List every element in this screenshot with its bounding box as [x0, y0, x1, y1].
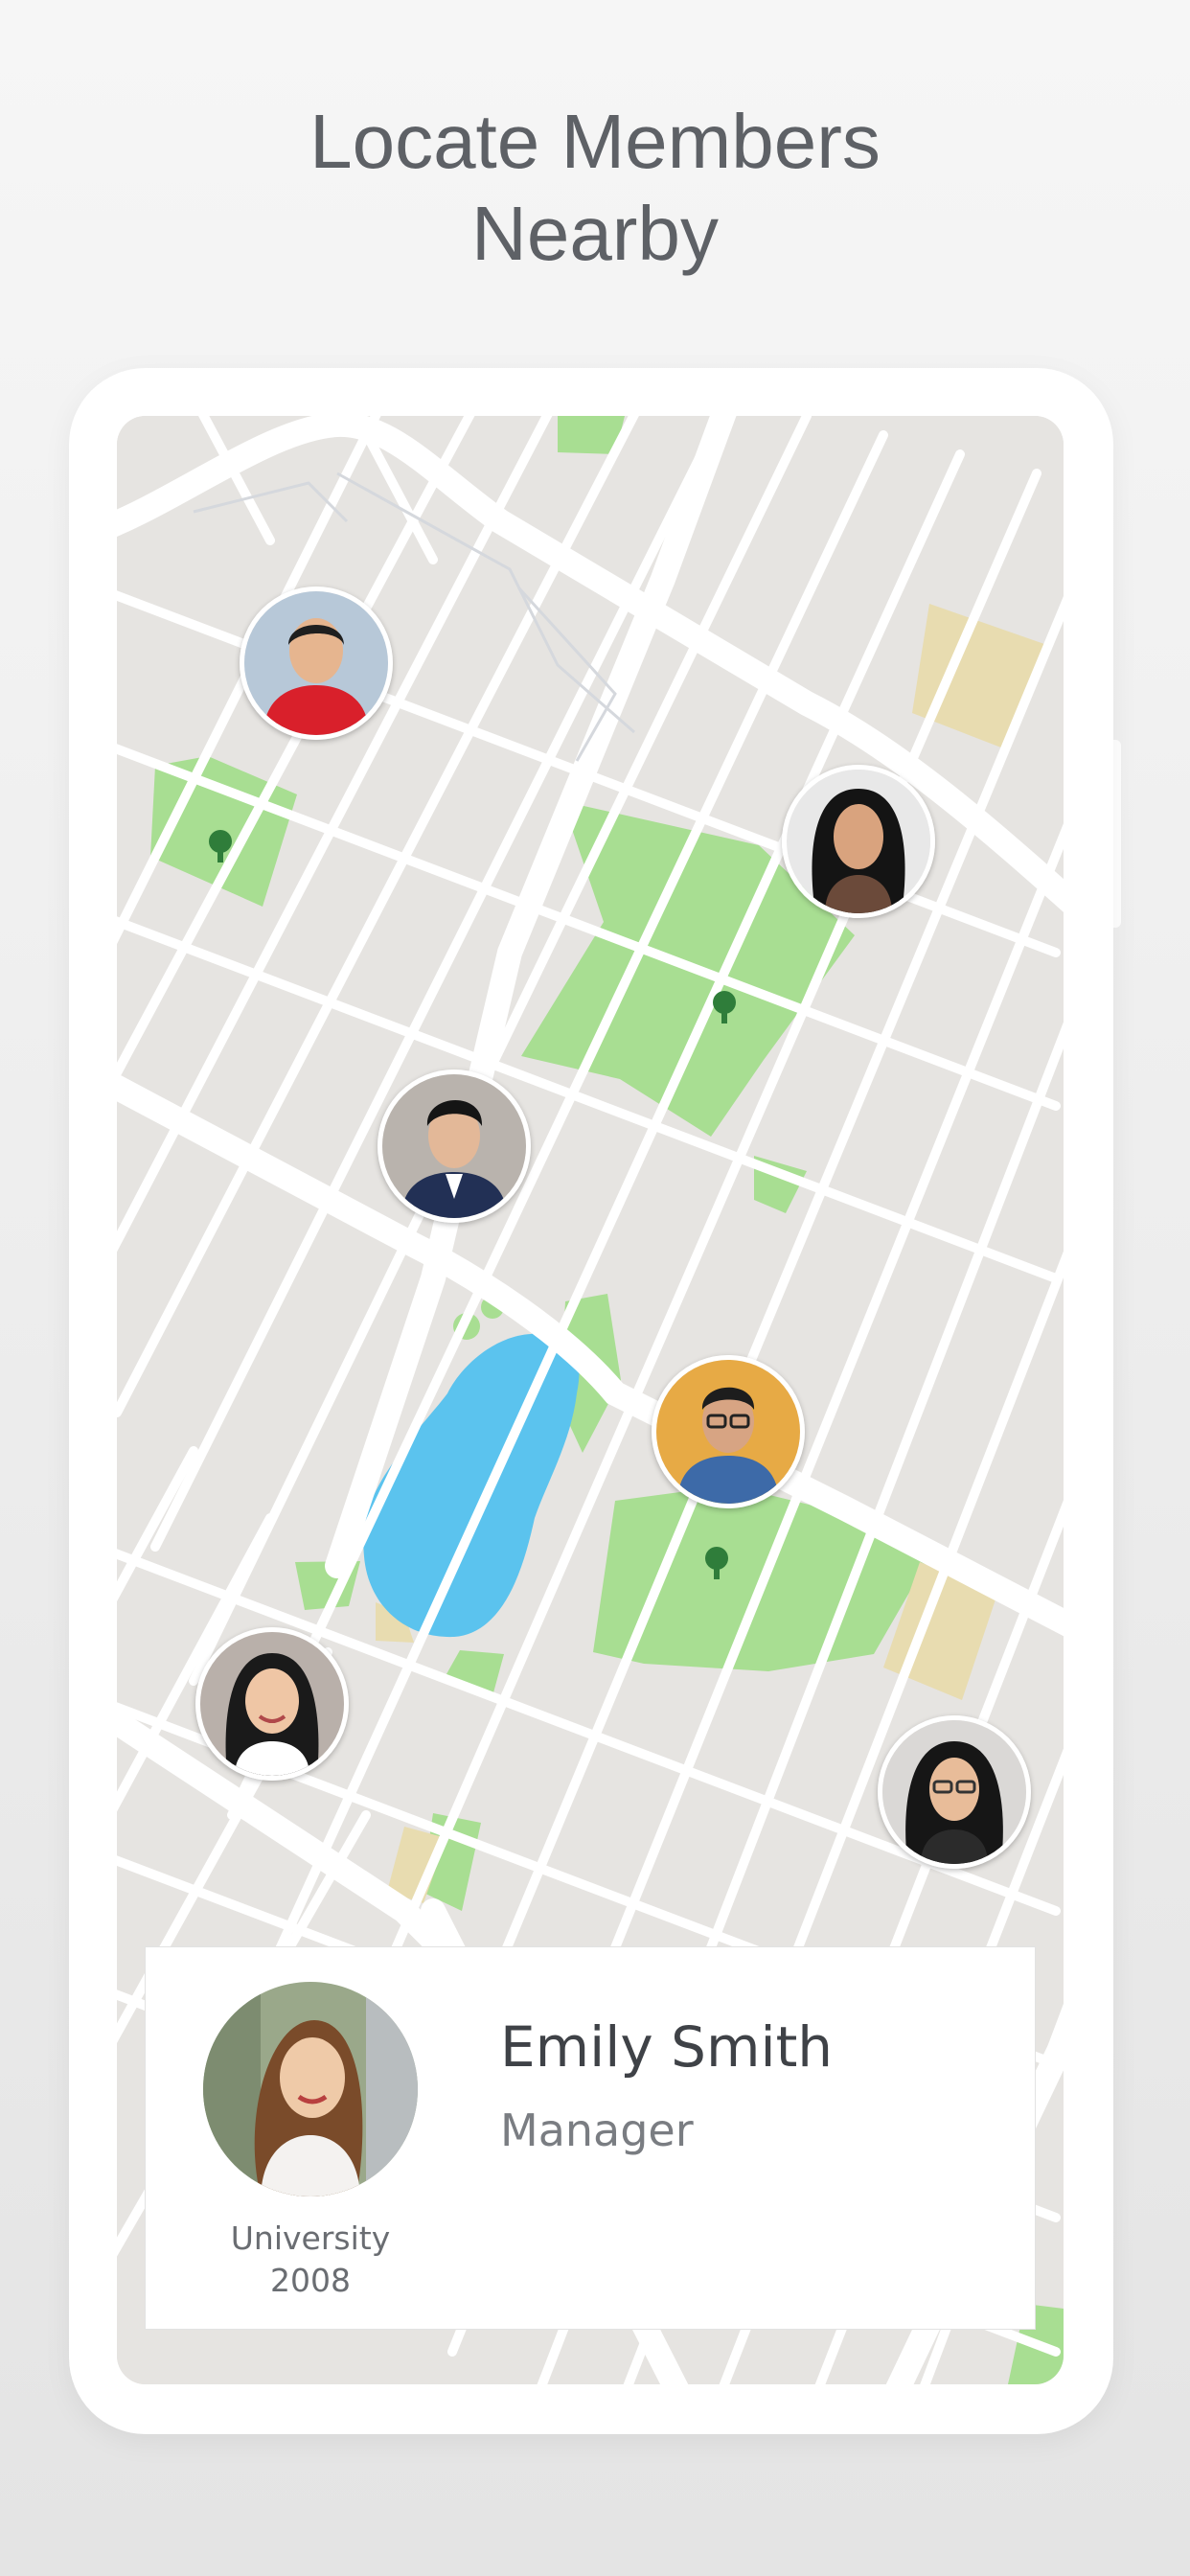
member-card[interactable]: University 2008 Emily Smith Manager — [146, 1947, 1035, 2329]
headline-line-1: Locate Members — [309, 99, 881, 184]
member-card-caption-line-2: 2008 — [270, 2262, 351, 2299]
member-pin-2[interactable] — [782, 765, 935, 918]
member-card-caption: University 2008 — [165, 2218, 456, 2302]
member-avatar — [244, 591, 388, 735]
member-name: Emily Smith — [500, 2014, 834, 2080]
member-avatar — [200, 1632, 344, 1776]
member-pin-1[interactable] — [240, 586, 393, 740]
member-avatar — [382, 1074, 526, 1218]
headline: Locate Members Nearby — [0, 96, 1190, 280]
member-avatar — [787, 770, 930, 913]
headline-line-2: Nearby — [471, 191, 719, 276]
member-card-caption-line-1: University — [230, 2220, 391, 2257]
member-photo — [203, 1982, 418, 2196]
member-card-avatar — [203, 1982, 418, 2196]
member-role: Manager — [500, 2104, 694, 2156]
member-pin-3[interactable] — [378, 1070, 531, 1223]
member-pin-4[interactable] — [652, 1355, 805, 1508]
member-avatar — [656, 1360, 800, 1504]
member-avatar — [882, 1720, 1026, 1864]
member-pin-5[interactable] — [195, 1627, 349, 1781]
member-pin-6[interactable] — [878, 1715, 1031, 1869]
